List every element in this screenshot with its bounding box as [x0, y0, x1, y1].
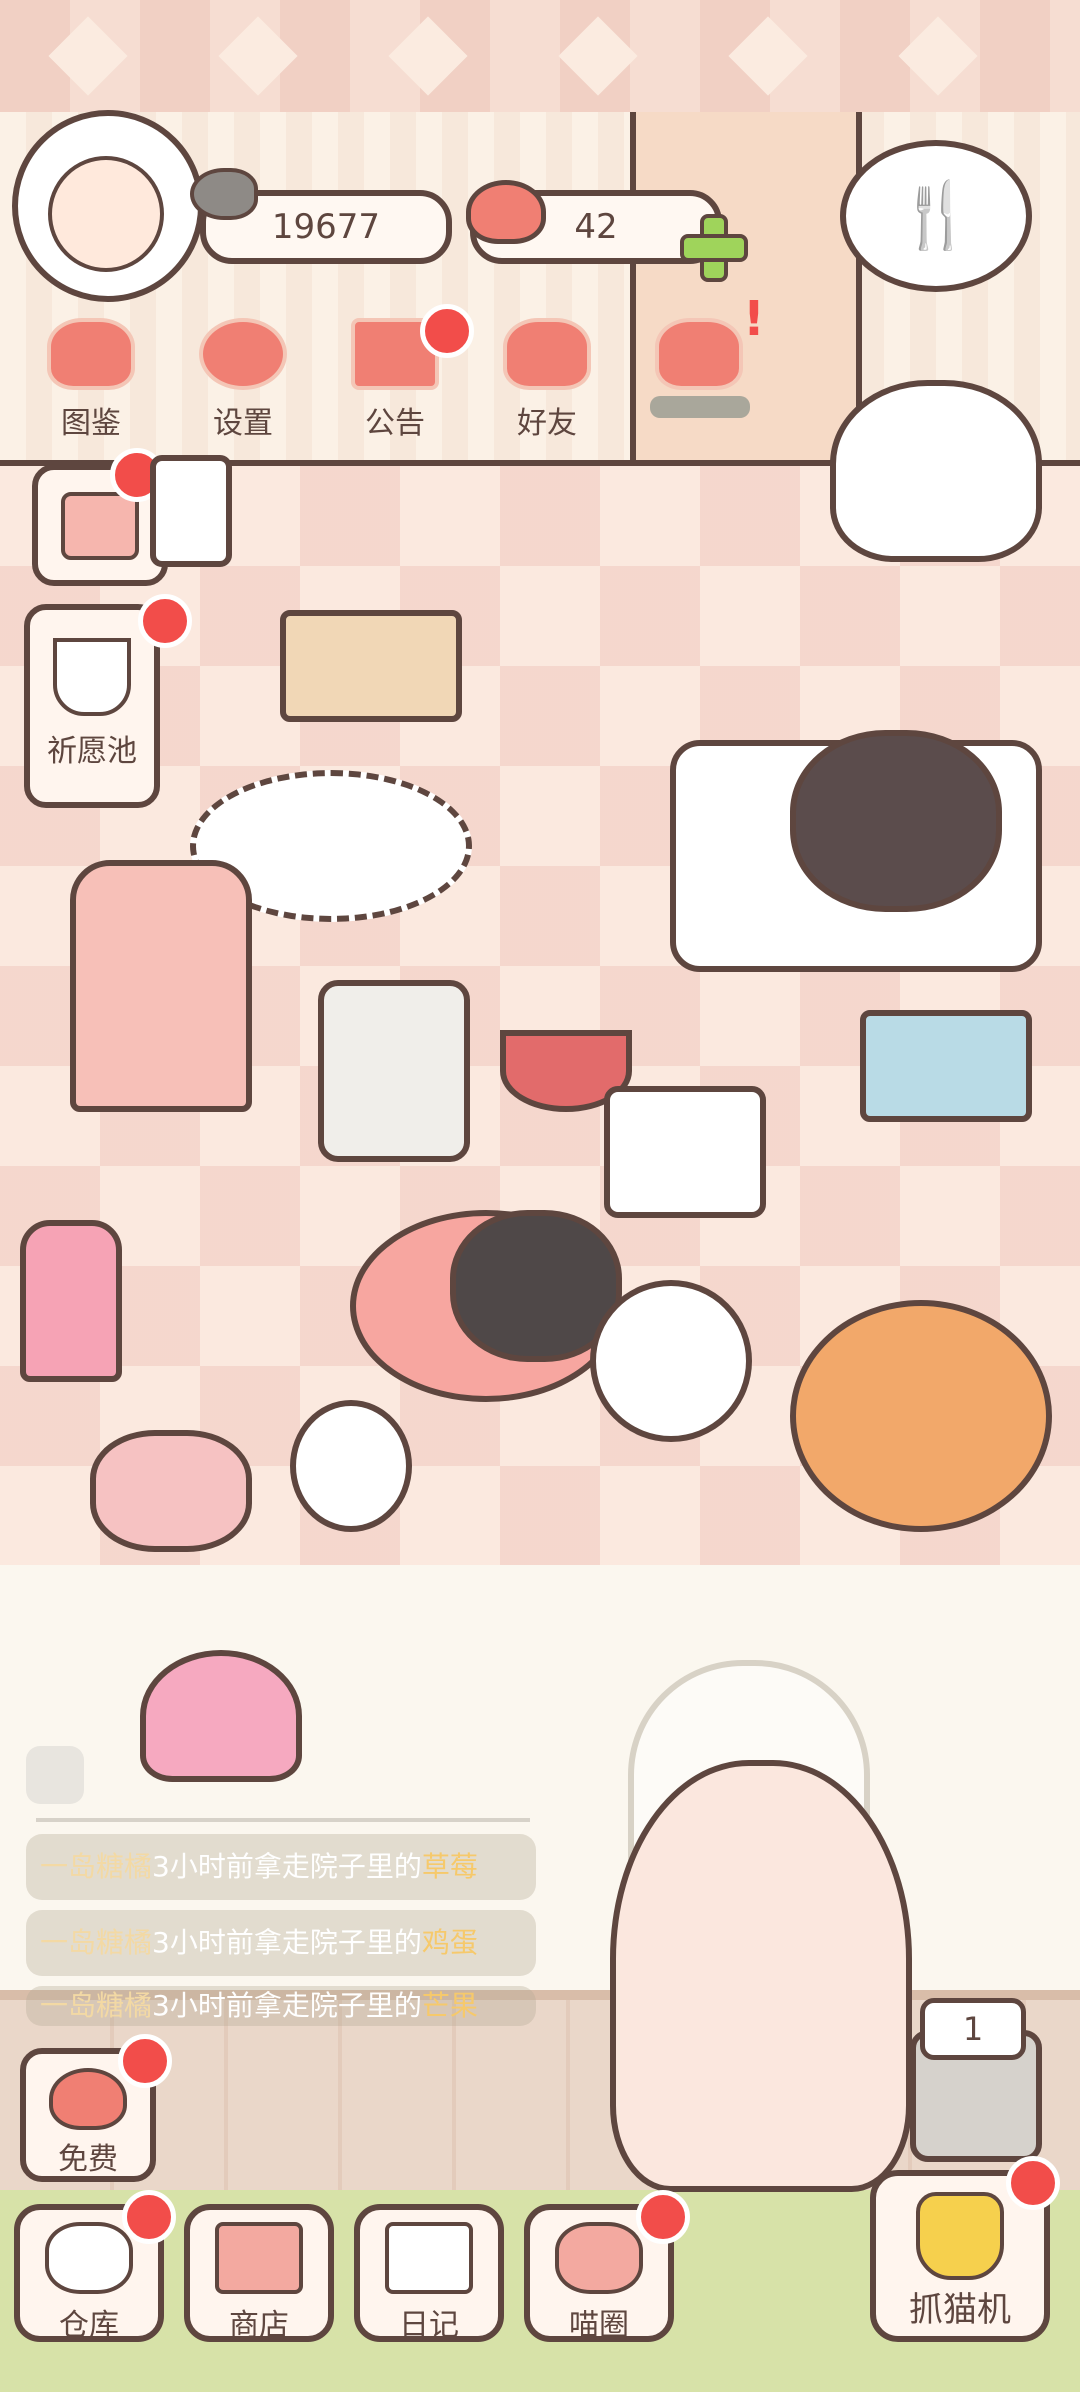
cat-box[interactable]	[280, 610, 462, 722]
heart-count: 42	[574, 207, 618, 247]
chat-item: 鸡蛋	[421, 1926, 478, 1959]
feed-bubble[interactable]: 🍴	[840, 140, 1032, 292]
nav-label: 喵圈	[569, 2308, 629, 2343]
diary-icon	[385, 2222, 473, 2294]
flower-pot[interactable]	[20, 1220, 122, 1382]
pink-telephone[interactable]	[90, 1430, 252, 1552]
fork-spoon-icon: 🍴	[896, 179, 976, 253]
fish-count: 19677	[271, 207, 381, 247]
chat-user: 一岛糖橘	[40, 1926, 153, 1959]
chat-row: 一岛糖橘3小时前拿走院子里的草莓	[26, 1834, 536, 1900]
fish-icon	[190, 168, 258, 220]
menu-label: 图鉴	[61, 406, 121, 441]
avatar-face	[48, 156, 164, 272]
hearts-icon	[655, 318, 743, 390]
menu-label: 设置	[213, 406, 273, 441]
heart-icon	[49, 2068, 127, 2130]
electric-fan[interactable]	[590, 1280, 752, 1442]
candle[interactable]	[150, 455, 232, 567]
menu-item-settings[interactable]: 设置	[178, 318, 308, 458]
claw-machine-label: 抓猫机	[909, 2290, 1011, 2330]
cat-head-icon	[47, 318, 135, 390]
nav-shop[interactable]: 商店	[184, 2204, 334, 2343]
likes-progress-bar	[650, 396, 750, 418]
trash-can[interactable]	[318, 980, 470, 1162]
add-hearts-icon[interactable]	[680, 214, 748, 282]
nav-label: 日记	[399, 2308, 459, 2343]
nav-label: 商店	[229, 2308, 289, 2343]
chat-text: 3小时前拿走院子里的	[152, 1850, 422, 1883]
tortoiseshell-cat[interactable]	[790, 730, 1002, 912]
calico-cat-sitting[interactable]	[830, 380, 1042, 562]
nav-label: 仓库	[59, 2308, 119, 2343]
chat-text: 3小时前拿走院子里的	[152, 1926, 422, 1959]
wallpaper-border	[0, 0, 1080, 112]
orange-cat-house[interactable]	[790, 1300, 1052, 1532]
menu-item-friends[interactable]: 好友	[482, 318, 612, 458]
wish-pool-badge	[138, 594, 192, 648]
owl-figure[interactable]	[290, 1400, 412, 1532]
vanity-table[interactable]	[70, 860, 252, 1112]
friends-icon	[503, 318, 591, 390]
fountain-icon	[53, 638, 131, 716]
menu-label: 好友	[517, 406, 577, 441]
exclamation-icon: !	[743, 291, 765, 347]
free-label: 免费	[58, 2142, 118, 2177]
menu-item-collection[interactable]: 图鉴	[26, 318, 156, 458]
gear-icon	[199, 318, 287, 390]
mushroom-easel[interactable]	[604, 1086, 766, 1218]
heart-icon	[466, 180, 546, 244]
chat-item: 草莓	[421, 1850, 478, 1883]
chat-collapse-icon[interactable]	[26, 1746, 84, 1804]
claw-machine-badge	[1006, 2156, 1060, 2210]
storage-icon	[45, 2222, 133, 2294]
player-avatar[interactable]	[12, 110, 204, 302]
nav-diary[interactable]: 日记	[354, 2204, 504, 2343]
yard-flower-plant[interactable]	[140, 1650, 302, 1782]
book-stack[interactable]	[860, 1010, 1032, 1122]
cat-planet-icon	[555, 2222, 643, 2294]
claw-icon	[916, 2192, 1004, 2280]
menu-label: 公告	[365, 406, 425, 441]
announcement-badge	[420, 304, 474, 358]
wish-pool-label: 祈愿池	[47, 734, 137, 769]
chat-row: 一岛糖橘3小时前拿走院子里的芒果	[26, 1986, 536, 2026]
chat-divider	[36, 1818, 530, 1822]
chat-row: 一岛糖橘3小时前拿走院子里的鸡蛋	[26, 1910, 536, 1976]
meow-circle-badge	[636, 2190, 690, 2244]
calendar-icon	[61, 492, 139, 560]
player-character[interactable]	[610, 1760, 912, 2192]
free-badge	[118, 2034, 172, 2088]
chat-text: 3小时前拿走院子里的	[152, 1989, 422, 2022]
wish-pool-button[interactable]: 祈愿池	[24, 604, 160, 808]
shop-icon	[215, 2222, 303, 2294]
chat-user: 一岛糖橘	[40, 1850, 153, 1883]
storage-badge	[122, 2190, 176, 2244]
claw-count: 1	[920, 1998, 1026, 2060]
chat-user: 一岛糖橘	[40, 1989, 153, 2022]
chat-item: 芒果	[421, 1989, 478, 2022]
